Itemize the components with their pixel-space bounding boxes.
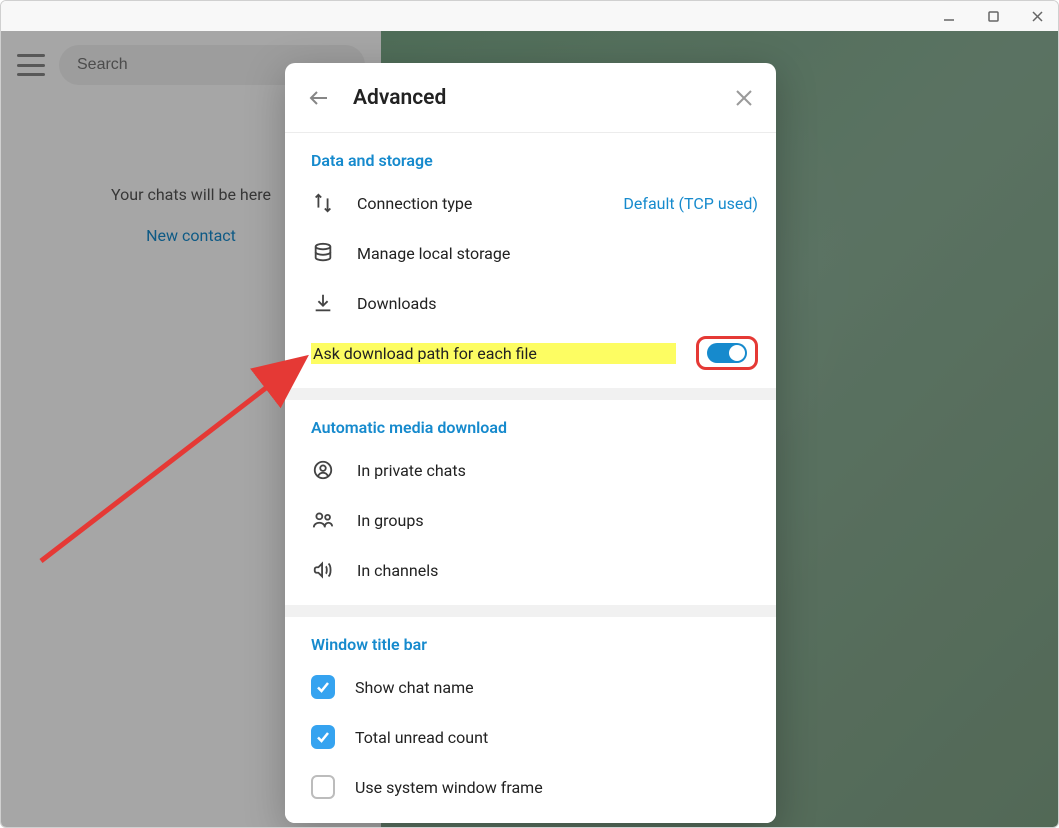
- group-icon: [311, 508, 335, 532]
- row-show-chat-name[interactable]: Show chat name: [285, 662, 776, 712]
- section-auto-download: Automatic media download In private chat…: [285, 388, 776, 605]
- row-private-chats[interactable]: In private chats: [285, 445, 776, 495]
- row-value: Default (TCP used): [623, 194, 758, 213]
- download-icon: [311, 291, 335, 315]
- user-icon: [311, 458, 335, 482]
- section-window-title: Window title bar Show chat name Total un…: [285, 605, 776, 822]
- row-label: Total unread count: [355, 728, 758, 747]
- close-window-button[interactable]: [1028, 7, 1046, 25]
- row-label: Downloads: [357, 294, 758, 313]
- checkbox-unchecked-icon[interactable]: [311, 775, 335, 799]
- app-window: Your chats will be here New contact essa…: [0, 0, 1059, 828]
- section-title: Data and storage: [285, 151, 776, 178]
- row-label: Ask download path for each file: [311, 343, 676, 364]
- row-manage-storage[interactable]: Manage local storage: [285, 228, 776, 278]
- section-title: Window title bar: [285, 635, 776, 662]
- window-titlebar: [1, 1, 1058, 31]
- ask-path-toggle[interactable]: [707, 343, 747, 363]
- row-groups[interactable]: In groups: [285, 495, 776, 545]
- section-data-storage: Data and storage Connection type Default…: [285, 133, 776, 388]
- checkbox-checked-icon[interactable]: [311, 675, 335, 699]
- row-label: Show chat name: [355, 678, 758, 697]
- megaphone-icon: [311, 558, 335, 582]
- row-connection-type[interactable]: Connection type Default (TCP used): [285, 178, 776, 228]
- row-label: In channels: [357, 561, 758, 580]
- connection-icon: [311, 191, 335, 215]
- section-title: Automatic media download: [285, 418, 776, 445]
- row-label: In private chats: [357, 461, 758, 480]
- annotation-highlight-box: [696, 336, 758, 370]
- row-label: Use system window frame: [355, 778, 758, 797]
- modal-title: Advanced: [353, 86, 734, 110]
- row-downloads[interactable]: Downloads: [285, 278, 776, 328]
- row-channels[interactable]: In channels: [285, 545, 776, 595]
- toggle-knob: [729, 345, 745, 361]
- storage-icon: [311, 241, 335, 265]
- advanced-settings-modal: Advanced Data and storage Connection typ…: [285, 63, 776, 823]
- minimize-button[interactable]: [940, 7, 958, 25]
- modal-body[interactable]: Data and storage Connection type Default…: [285, 133, 776, 823]
- back-button[interactable]: [307, 86, 331, 110]
- row-ask-download-path[interactable]: Ask download path for each file: [285, 328, 776, 378]
- row-unread-count[interactable]: Total unread count: [285, 712, 776, 762]
- row-system-frame[interactable]: Use system window frame: [285, 762, 776, 812]
- modal-header: Advanced: [285, 63, 776, 133]
- row-label: Manage local storage: [357, 244, 758, 263]
- row-label: Connection type: [357, 194, 601, 213]
- checkbox-checked-icon[interactable]: [311, 725, 335, 749]
- close-modal-button[interactable]: [734, 88, 754, 108]
- maximize-button[interactable]: [984, 7, 1002, 25]
- row-label: In groups: [357, 511, 758, 530]
